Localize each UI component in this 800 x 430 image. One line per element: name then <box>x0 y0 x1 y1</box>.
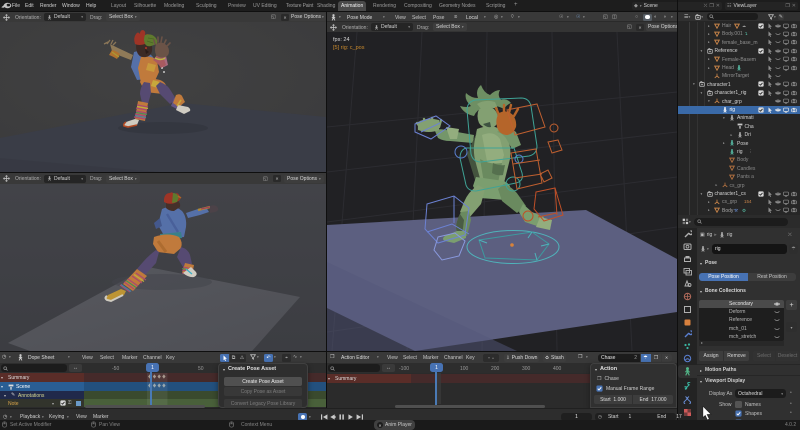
svg-text:[5] rig: c_pos: [5] rig: c_pos <box>333 45 365 51</box>
svg-text:fps: 24: fps: 24 <box>333 37 350 43</box>
